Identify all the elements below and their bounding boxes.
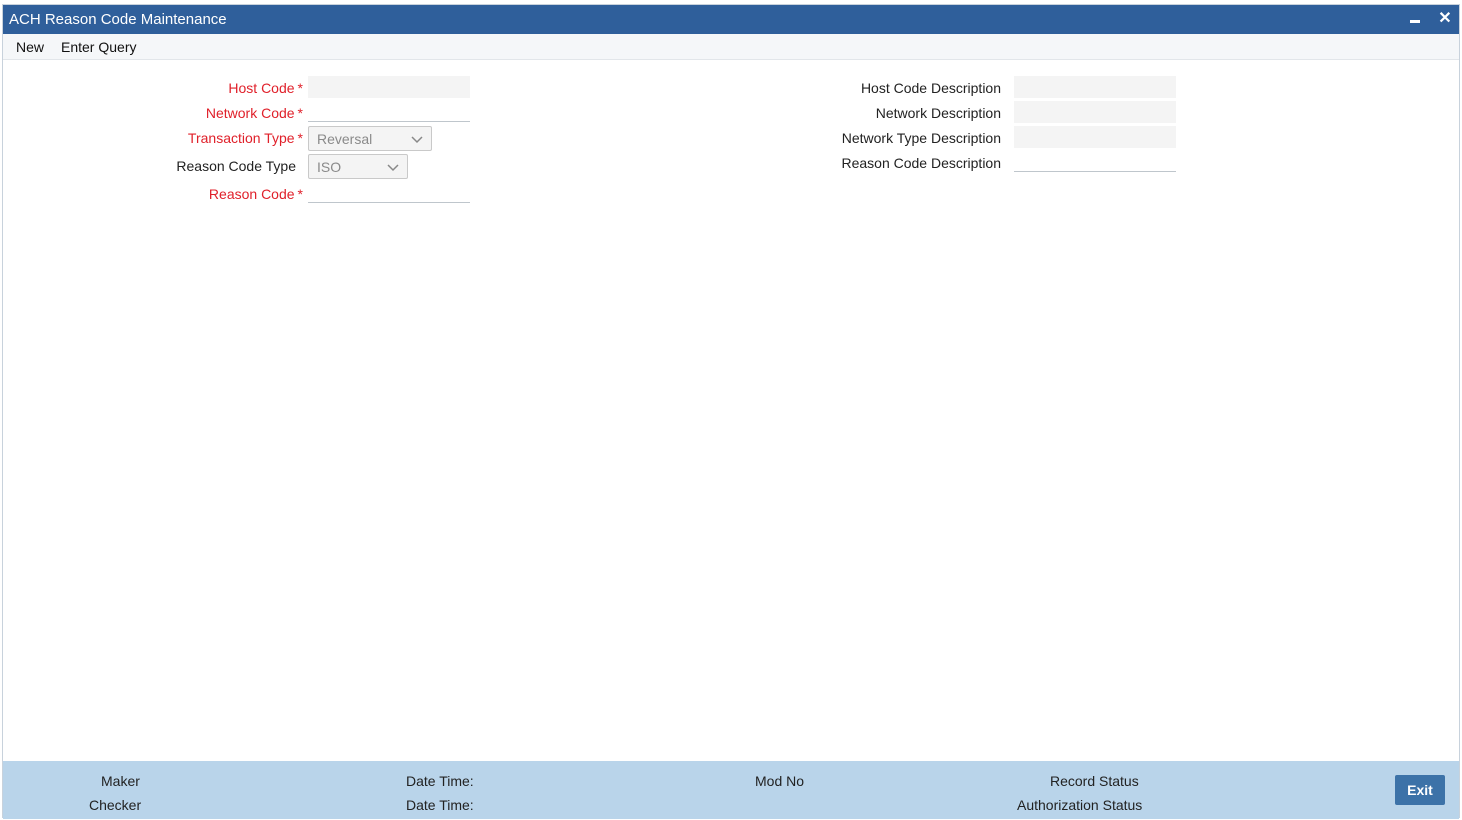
reason-code-type-select[interactable]: ISO <box>308 154 408 179</box>
reason-code-description-input[interactable] <box>1014 150 1176 172</box>
host-code-description-label: Host Code Description <box>860 80 1001 96</box>
close-icon[interactable]: ✕ <box>1435 9 1455 29</box>
required-marker: * <box>297 186 303 202</box>
maker-date-time-label: Date Time: <box>406 773 474 789</box>
transaction-type-label: Transaction Type * <box>153 130 303 146</box>
network-type-description-label: Network Type Description <box>841 130 1001 146</box>
authorization-status-label: Authorization Status <box>1017 797 1143 813</box>
network-code-label: Network Code * <box>153 105 303 121</box>
host-code-input[interactable] <box>308 76 470 98</box>
required-marker: * <box>297 105 303 121</box>
title-bar: ACH Reason Code Maintenance ✕ <box>3 5 1459 34</box>
record-status-label: Record Status <box>1050 773 1139 789</box>
window-title: ACH Reason Code Maintenance <box>9 11 227 28</box>
network-code-input[interactable] <box>308 100 470 122</box>
chevron-down-icon <box>411 136 423 144</box>
minimize-icon[interactable] <box>1405 9 1425 29</box>
audit-footer: Maker Checker Date Time: Date Time: Mod … <box>3 761 1459 819</box>
new-menu-item[interactable]: New <box>16 39 44 55</box>
maker-label: Maker <box>101 773 140 789</box>
transaction-type-label-text: Transaction Type <box>187 130 295 146</box>
network-code-label-text: Network Code <box>205 105 295 121</box>
menu-bar: New Enter Query <box>3 34 1459 60</box>
host-code-description-input[interactable] <box>1014 76 1176 98</box>
host-code-label: Host Code * <box>153 80 303 96</box>
exit-button[interactable]: Exit <box>1395 775 1445 805</box>
reason-code-description-label: Reason Code Description <box>841 155 1001 171</box>
reason-code-type-label: Reason Code Type <box>176 158 296 174</box>
required-marker: * <box>297 80 303 96</box>
transaction-type-select[interactable]: Reversal <box>308 126 432 151</box>
host-code-label-text: Host Code <box>228 80 295 96</box>
network-description-label: Network Description <box>875 105 1001 121</box>
reason-code-label: Reason Code * <box>153 186 303 202</box>
required-marker: * <box>297 130 303 146</box>
mod-no-label: Mod No <box>755 773 805 789</box>
network-description-input[interactable] <box>1014 101 1176 123</box>
transaction-type-selected: Reversal <box>317 131 373 147</box>
network-type-description-input[interactable] <box>1014 126 1176 148</box>
reason-code-label-text: Reason Code <box>208 186 295 202</box>
reason-code-input[interactable] <box>308 181 470 203</box>
checker-label: Checker <box>89 797 142 813</box>
checker-date-time-label: Date Time: <box>406 797 474 813</box>
chevron-down-icon <box>387 164 399 172</box>
maintenance-window: ACH Reason Code Maintenance ✕ New Enter … <box>2 4 1460 819</box>
reason-code-type-selected: ISO <box>317 159 342 175</box>
enter-query-menu-item[interactable]: Enter Query <box>61 39 136 55</box>
